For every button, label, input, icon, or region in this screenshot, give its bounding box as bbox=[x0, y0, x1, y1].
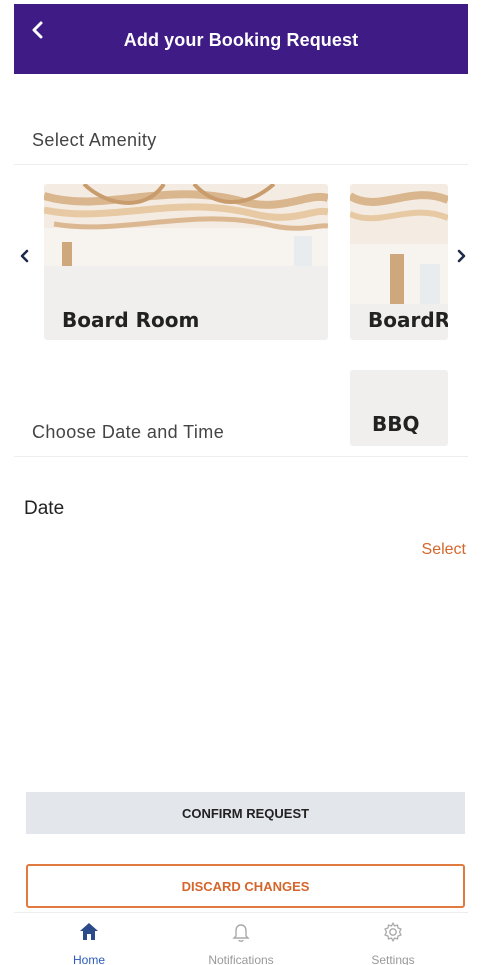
divider bbox=[14, 164, 468, 165]
chevron-left-icon bbox=[20, 249, 29, 263]
amenity-photo bbox=[44, 184, 328, 266]
chevron-right-icon bbox=[457, 249, 466, 263]
carousel-prev-button[interactable] bbox=[16, 246, 32, 266]
amenity-card[interactable]: Board Room bbox=[44, 184, 328, 340]
page-title: Add your Booking Request bbox=[123, 30, 359, 50]
gear-icon bbox=[382, 921, 404, 948]
amenity-name: Board Room bbox=[62, 308, 200, 332]
home-icon bbox=[78, 921, 100, 948]
amenity-card[interactable]: BBQ bbox=[350, 370, 448, 446]
amenity-name: BBQ bbox=[372, 412, 420, 436]
tab-label: Settings bbox=[371, 953, 415, 965]
tab-label: Home bbox=[72, 953, 105, 965]
tab-label: Notifications bbox=[208, 953, 274, 965]
date-select-link[interactable]: Select bbox=[422, 541, 466, 559]
tab-home[interactable]: Home bbox=[14, 913, 164, 965]
bottom-tab-bar: Home Notifications Settings bbox=[14, 912, 468, 965]
amenity-photo bbox=[350, 184, 448, 304]
discard-changes-button[interactable]: DISCARD CHANGES bbox=[26, 864, 465, 908]
amenity-card[interactable]: BoardR bbox=[350, 184, 448, 340]
app-header: Add your Booking Request bbox=[14, 4, 468, 74]
divider bbox=[14, 456, 468, 457]
tab-settings[interactable]: Settings bbox=[318, 913, 468, 965]
choose-date-time-heading: Choose Date and Time bbox=[32, 422, 225, 442]
bell-icon bbox=[230, 921, 252, 948]
tab-notifications[interactable]: Notifications bbox=[166, 913, 316, 965]
select-amenity-heading: Select Amenity bbox=[32, 130, 157, 150]
date-label: Date bbox=[24, 498, 65, 519]
confirm-request-button[interactable]: CONFIRM REQUEST bbox=[26, 792, 465, 834]
app-screen: Add your Booking Request Select Amenity … bbox=[14, 0, 468, 965]
carousel-next-button[interactable] bbox=[454, 246, 468, 266]
amenity-name: BoardR bbox=[368, 308, 448, 332]
